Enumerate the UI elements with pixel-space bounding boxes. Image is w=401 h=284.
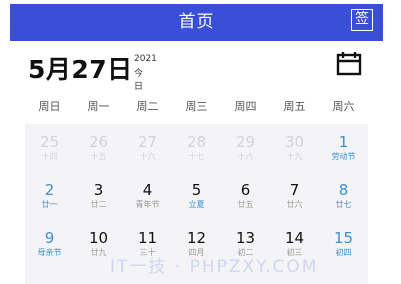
day-number: 7 bbox=[289, 181, 300, 199]
weekday-label: 周二 bbox=[136, 100, 159, 113]
day-number: 8 bbox=[338, 181, 349, 199]
day-number: 12 bbox=[186, 229, 207, 247]
day-number: 14 bbox=[284, 229, 305, 247]
day-number: 2 bbox=[44, 181, 55, 199]
day-cell[interactable]: 3 廿二 bbox=[74, 172, 123, 220]
lunar-label: 立夏 bbox=[188, 200, 205, 209]
day-number: 15 bbox=[333, 229, 354, 247]
today-label: 今日 bbox=[134, 69, 144, 92]
weekday-label: 周日 bbox=[38, 100, 61, 113]
weekday-label: 周三 bbox=[185, 100, 208, 113]
selected-year: 2021 bbox=[134, 54, 157, 64]
sign-in-button[interactable]: 签 bbox=[351, 9, 373, 31]
day-number: 28 bbox=[186, 133, 207, 151]
calendar-icon[interactable] bbox=[336, 52, 362, 76]
weekday-label: 周六 bbox=[332, 100, 355, 113]
day-number: 11 bbox=[137, 229, 158, 247]
day-number: 29 bbox=[235, 133, 256, 151]
day-number: 13 bbox=[235, 229, 256, 247]
day-cell[interactable]: 7 廿六 bbox=[270, 172, 319, 220]
day-number: 10 bbox=[88, 229, 109, 247]
lunar-label: 十四 bbox=[41, 152, 58, 161]
lunar-label: 劳动节 bbox=[331, 152, 356, 161]
day-cell[interactable]: 2 廿一 bbox=[25, 172, 74, 220]
day-cell[interactable]: 30 十九 bbox=[270, 124, 319, 172]
lunar-label: 十八 bbox=[237, 152, 254, 161]
day-number: 3 bbox=[93, 181, 104, 199]
weekday-label: 周四 bbox=[234, 100, 257, 113]
lunar-label: 初四 bbox=[335, 248, 352, 257]
lunar-label: 十九 bbox=[286, 152, 303, 161]
day-number: 30 bbox=[284, 133, 305, 151]
day-cell[interactable]: 28 十七 bbox=[172, 124, 221, 172]
lunar-label: 廿六 bbox=[286, 200, 303, 209]
day-number: 5 bbox=[191, 181, 202, 199]
day-cell[interactable]: 27 十六 bbox=[123, 124, 172, 172]
lunar-label: 十五 bbox=[90, 152, 107, 161]
lunar-label: 廿二 bbox=[90, 200, 107, 209]
weekday-label: 周一 bbox=[87, 100, 110, 113]
day-cell[interactable]: 15 初四 bbox=[319, 220, 368, 268]
watermark: IT一技 · PHPZXY.COM bbox=[110, 257, 319, 277]
lunar-label: 母亲节 bbox=[37, 248, 62, 257]
day-cell[interactable]: 26 十五 bbox=[74, 124, 123, 172]
day-cell[interactable]: 1 劳动节 bbox=[319, 124, 368, 172]
day-number: 27 bbox=[137, 133, 158, 151]
day-cell[interactable]: 4 青年节 bbox=[123, 172, 172, 220]
day-cell[interactable]: 29 十八 bbox=[221, 124, 270, 172]
day-number: 4 bbox=[142, 181, 153, 199]
day-number: 6 bbox=[240, 181, 251, 199]
day-cell[interactable]: 25 十四 bbox=[25, 124, 74, 172]
day-number: 9 bbox=[44, 229, 55, 247]
lunar-label: 廿一 bbox=[41, 200, 58, 209]
lunar-label: 青年节 bbox=[135, 200, 160, 209]
weekday-header: 周日 周一 周二 周三 周四 周五 周六 bbox=[25, 98, 368, 114]
day-cell[interactable]: 6 廿五 bbox=[221, 172, 270, 220]
lunar-label: 廿五 bbox=[237, 200, 254, 209]
app-header: 首页 签 bbox=[10, 4, 383, 41]
weekday-label: 周五 bbox=[283, 100, 306, 113]
day-number: 25 bbox=[39, 133, 60, 151]
day-cell[interactable]: 9 母亲节 bbox=[25, 220, 74, 268]
day-number: 26 bbox=[88, 133, 109, 151]
day-cell[interactable]: 8 廿七 bbox=[319, 172, 368, 220]
day-number: 1 bbox=[338, 133, 349, 151]
lunar-label: 廿七 bbox=[335, 200, 352, 209]
page-title: 首页 bbox=[178, 12, 215, 32]
lunar-label: 十六 bbox=[139, 152, 156, 161]
lunar-label: 十七 bbox=[188, 152, 205, 161]
day-cell[interactable]: 5 立夏 bbox=[172, 172, 221, 220]
selected-date: 5月27日 bbox=[28, 55, 133, 84]
